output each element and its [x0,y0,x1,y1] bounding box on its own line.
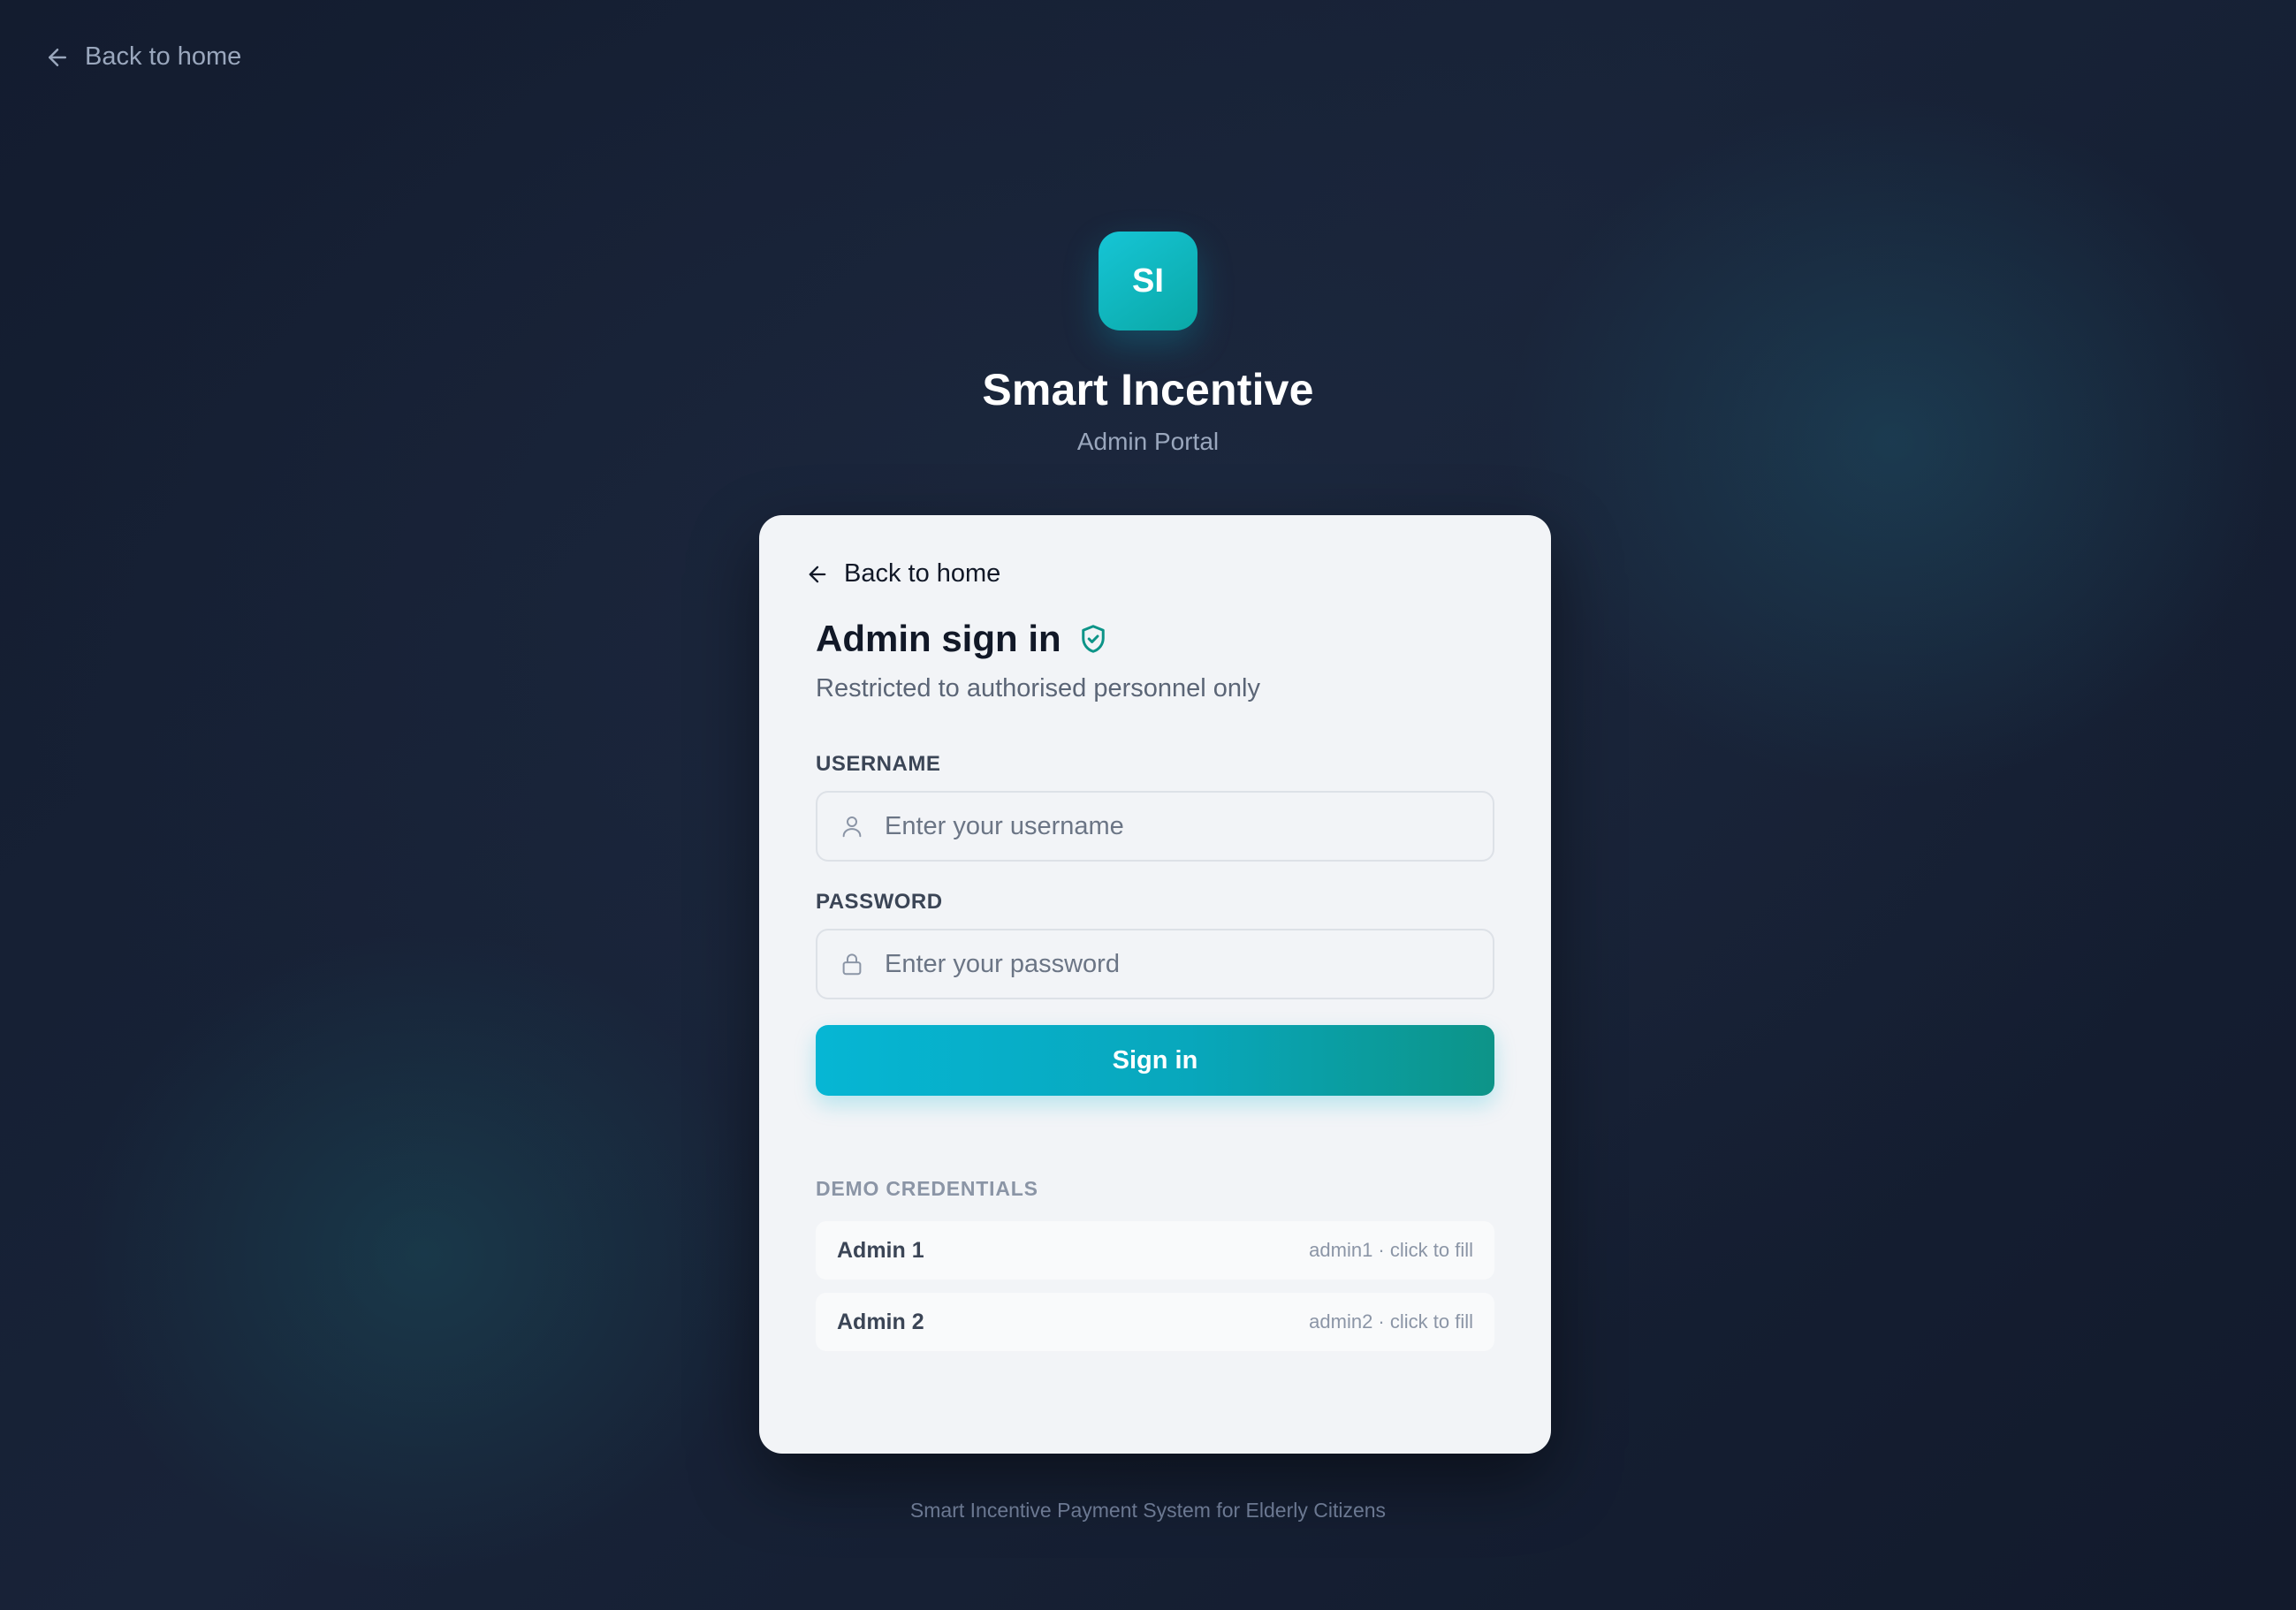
password-label: PASSWORD [816,890,943,914]
back-to-home-link[interactable]: Back to home [44,42,241,72]
back-to-home-label: Back to home [85,42,242,71]
card-back-label: Back to home [844,559,1001,588]
signin-subheading: Restricted to authorised personnel only [816,674,1260,702]
demo-credential-hint: admin2 · click to fill [1309,1310,1473,1333]
arrow-left-icon [809,566,826,582]
demo-credential-name: Admin 1 [837,1237,924,1263]
heading-row: Admin sign in [816,618,1109,660]
signin-heading: Admin sign in [816,618,1061,659]
app-subtitle: Admin Portal [1076,428,1220,455]
username-label: USERNAME [816,752,941,776]
demo-credentials-title: DEMO CREDENTIALS [816,1177,1038,1200]
admin-signin-card: Back to home Admin sign in Restricted to… [759,515,1551,1454]
password-input[interactable] [883,930,1493,999]
arrow-left-icon [49,48,66,66]
demo-credential-hint: admin1 · click to fill [1309,1239,1473,1261]
brand-header: SI Smart Incentive Admin Portal [0,232,2296,456]
footer-text: Smart Incentive Payment System for Elder… [909,1499,1387,1522]
logo-text: SI [1132,262,1164,300]
demo-credential-admin2[interactable]: Admin 2 admin2 · click to fill [816,1293,1494,1351]
sign-in-button[interactable]: Sign in [816,1025,1494,1096]
username-field[interactable] [816,791,1494,862]
password-field[interactable] [816,929,1494,999]
shield-check-icon [1081,625,1105,653]
demo-credential-admin1[interactable]: Admin 1 admin1 · click to fill [816,1221,1494,1280]
demo-credential-name: Admin 2 [837,1309,924,1334]
lock-icon [839,951,865,977]
user-icon [839,813,865,839]
app-title: Smart Incentive [982,365,1314,414]
card-back-to-home-link[interactable]: Back to home [805,559,1000,589]
app-logo: SI [1099,232,1197,330]
username-input[interactable] [883,792,1493,861]
